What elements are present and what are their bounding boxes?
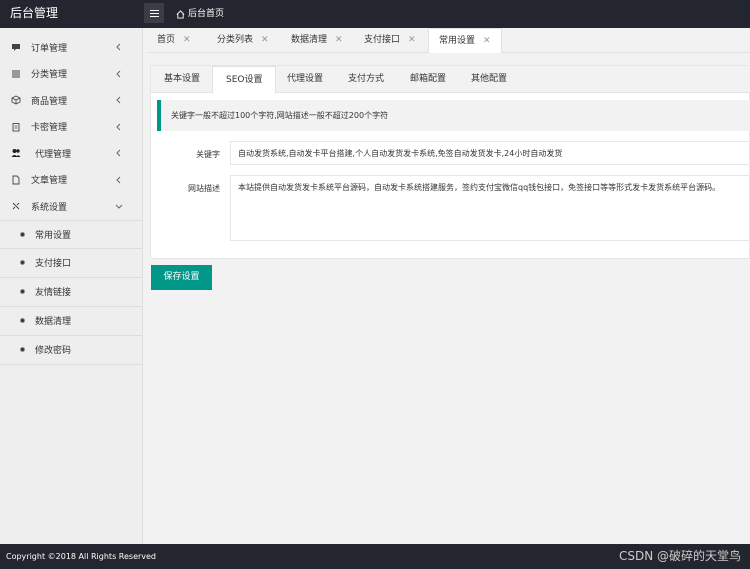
- tab-label: 数据清理: [291, 35, 328, 45]
- keywords-input[interactable]: 自动发货系统,自动发卡平台搭建,个人自动发货发卡系统,免签自动发货发卡,24小时…: [230, 141, 750, 165]
- settings-subtabs: 基本设置 SEO设置 代理设置 支付方式 邮箱配置 其他配置: [151, 66, 750, 94]
- chevron-down-icon: [115, 204, 123, 209]
- sidebar-subitem-change-password[interactable]: 修改密码: [0, 336, 142, 365]
- subtab-seo[interactable]: SEO设置: [212, 66, 277, 94]
- tab-payment[interactable]: 支付接口 ✕: [354, 28, 426, 53]
- sidebar-item-label: 系统设置: [31, 202, 68, 213]
- subtab-email[interactable]: 邮箱配置: [397, 66, 459, 93]
- save-button[interactable]: 保存设置: [151, 265, 212, 290]
- sidebar-item-products[interactable]: 商品管理: [0, 87, 142, 114]
- close-icon[interactable]: ✕: [483, 36, 491, 46]
- chevron-left-icon: [116, 43, 121, 51]
- chevron-left-icon: [116, 123, 121, 130]
- menu-toggle-button[interactable]: [144, 3, 164, 23]
- bullet-icon: [20, 289, 25, 294]
- sidebar-subitem-label: 支付接口: [35, 259, 72, 269]
- sidebar-item-label: 卡密管理: [31, 123, 68, 134]
- document-icon: [11, 175, 21, 185]
- chevron-left-icon: [116, 96, 121, 104]
- sidebar-subitem-data-cleanup[interactable]: 数据清理: [0, 307, 142, 336]
- tab-label: 首页: [157, 35, 176, 45]
- tab-label: 分类列表: [217, 35, 254, 45]
- sidebar-item-articles[interactable]: 文章管理: [0, 167, 142, 194]
- page-tabs: 首页 ✕ 分类列表 ✕ 数据清理 ✕ 支付接口 ✕ 常用设置 ✕: [147, 28, 750, 53]
- bullet-icon: [20, 318, 25, 323]
- subtab-payment-methods[interactable]: 支付方式: [335, 66, 397, 93]
- home-link-label: 后台首页: [188, 8, 225, 19]
- sidebar-item-categories[interactable]: 分类管理: [0, 61, 142, 88]
- chevron-left-icon: [116, 176, 121, 183]
- users-icon: [11, 148, 21, 158]
- sidebar-item-label: 订单管理: [31, 43, 68, 54]
- tab-data-cleanup[interactable]: 数据清理 ✕: [281, 28, 353, 53]
- home-icon: [176, 9, 185, 19]
- sidebar: 订单管理 分类管理 商品管理 卡密管理 代理管理 文章管理 系统设置 常用设置 …: [0, 28, 143, 544]
- sidebar-subitem-label: 友情链接: [35, 288, 72, 298]
- close-icon[interactable]: ✕: [183, 35, 191, 45]
- sidebar-item-label: 代理管理: [35, 149, 72, 160]
- sidebar-subitem-label: 常用设置: [35, 230, 72, 241]
- subtab-basic[interactable]: 基本设置: [151, 66, 213, 93]
- copyright-text: Copyright ©2018 All Rights Reserved: [6, 552, 157, 561]
- close-icon[interactable]: ✕: [261, 35, 269, 45]
- clipboard-icon: [11, 122, 21, 132]
- hamburger-icon: [149, 12, 159, 14]
- watermark-text: CSDN @破碎的天堂鸟: [618, 549, 741, 563]
- settings-icon: [11, 201, 21, 211]
- chat-icon: [11, 42, 21, 52]
- bullet-icon: [20, 231, 25, 237]
- keywords-label: 关键字: [196, 150, 220, 159]
- close-icon[interactable]: ✕: [335, 35, 343, 45]
- app-logo: 后台管理: [0, 0, 143, 28]
- tab-label: 支付接口: [364, 35, 401, 45]
- tab-label: 常用设置: [439, 36, 476, 46]
- bullet-icon: [20, 260, 25, 265]
- sidebar-item-orders[interactable]: 订单管理: [0, 34, 142, 61]
- sidebar-item-cards[interactable]: 卡密管理: [0, 114, 142, 141]
- sidebar-subitem-label: 修改密码: [35, 346, 72, 356]
- tab-home[interactable]: 首页 ✕: [147, 28, 201, 53]
- seo-notice: 关键字一般不超过100个字符,网站描述一般不超过200个字符: [157, 100, 750, 131]
- sidebar-subitem-links[interactable]: 友情链接: [0, 278, 142, 307]
- description-textarea[interactable]: 本站提供自动发货发卡系统平台源码，自动发卡系统搭建服务，签约支付宝微信qq钱包接…: [230, 175, 750, 241]
- box-icon: [11, 95, 21, 105]
- footer: Copyright ©2018 All Rights Reserved CSDN…: [0, 544, 750, 569]
- tab-common-settings[interactable]: 常用设置 ✕: [428, 28, 502, 53]
- subtab-other[interactable]: 其他配置: [458, 66, 520, 93]
- chevron-left-icon: [116, 149, 121, 157]
- sidebar-subitem-common-settings[interactable]: 常用设置: [0, 219, 142, 249]
- subtab-agent[interactable]: 代理设置: [274, 66, 336, 93]
- chevron-left-icon: [116, 70, 121, 77]
- home-link[interactable]: 后台首页: [176, 0, 224, 28]
- sidebar-item-agents[interactable]: 代理管理: [0, 140, 142, 167]
- sidebar-subitem-label: 数据清理: [35, 317, 72, 327]
- sidebar-item-system-settings[interactable]: 系统设置: [0, 193, 142, 220]
- sidebar-item-label: 分类管理: [31, 70, 68, 81]
- sidebar-item-label: 文章管理: [31, 176, 68, 187]
- list-icon: [11, 69, 21, 79]
- sidebar-subitem-payment[interactable]: 支付接口: [0, 249, 142, 278]
- sidebar-item-label: 商品管理: [31, 96, 68, 107]
- description-label: 网站描述: [188, 184, 220, 193]
- close-icon[interactable]: ✕: [408, 35, 416, 45]
- tab-category-list[interactable]: 分类列表 ✕: [207, 28, 279, 53]
- bullet-icon: [20, 347, 25, 352]
